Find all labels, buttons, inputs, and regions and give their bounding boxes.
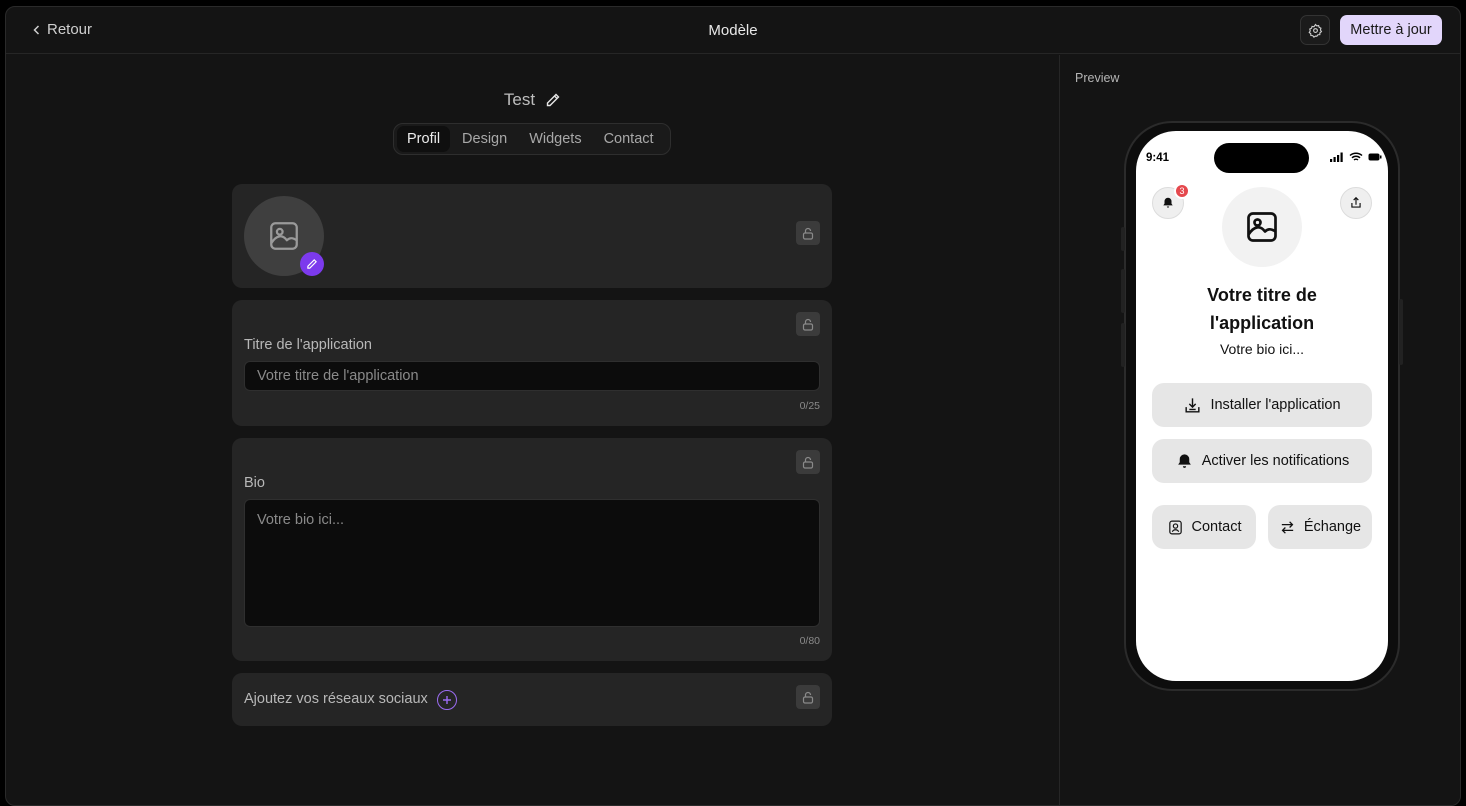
page-title: Modèle (708, 22, 758, 39)
app-icon (1222, 187, 1302, 267)
avatar-edit-button[interactable] (300, 252, 324, 276)
notifications-label: Activer les notifications (1201, 453, 1350, 469)
title-card: Titre de l'application Votre titre de l'… (232, 300, 832, 426)
bio-card: Bio Votre bio ici... 0/80 (232, 438, 832, 661)
settings-button[interactable] (1300, 15, 1330, 45)
lock-button[interactable] (796, 312, 820, 336)
contact-label: Contact (1191, 519, 1242, 535)
download-icon (1185, 397, 1200, 413)
tab-widgets[interactable]: Widgets (519, 126, 591, 152)
lock-open-icon (802, 691, 814, 704)
pencil-icon[interactable] (545, 92, 561, 108)
social-label: Ajoutez vos réseaux sociaux (244, 691, 428, 707)
app-window: Retour Modèle Mettre à jour Test Profil … (5, 6, 1461, 806)
dynamic-island (1214, 143, 1309, 173)
lock-open-icon (802, 227, 814, 240)
status-icons (1330, 152, 1382, 162)
top-bar: Retour Modèle Mettre à jour (6, 7, 1460, 54)
notification-badge: 3 (1174, 183, 1190, 199)
add-social-button[interactable] (437, 690, 457, 710)
plus-icon (443, 696, 451, 704)
phone-side-button (1399, 299, 1403, 365)
tab-design[interactable]: Design (452, 126, 517, 152)
bio-field-label: Bio (244, 475, 265, 491)
battery-icon (1368, 153, 1382, 161)
status-time: 9:41 (1146, 152, 1170, 164)
gear-icon (1308, 23, 1322, 38)
tab-bar: Profil Design Widgets Contact (393, 123, 671, 155)
share-icon (1351, 196, 1361, 208)
bio-counter: 0/80 (799, 635, 820, 647)
update-button[interactable]: Mettre à jour (1340, 15, 1442, 45)
preview-label: Preview (1075, 71, 1120, 85)
lock-button[interactable] (796, 450, 820, 474)
bell-icon (1163, 197, 1173, 208)
social-card: Ajoutez vos réseaux sociaux (232, 673, 832, 726)
lock-open-icon (802, 456, 814, 469)
avatar-card (232, 184, 832, 288)
exchange-button[interactable]: Échange (1268, 505, 1372, 549)
image-icon (1247, 212, 1277, 242)
preview-app-title: Votre titre de l'application (1207, 285, 1317, 333)
pencil-icon (307, 259, 317, 269)
tab-contact[interactable]: Contact (594, 126, 664, 152)
swap-arrows-icon (1281, 520, 1294, 534)
lock-button[interactable] (796, 221, 820, 245)
bell-icon (1177, 453, 1191, 468)
contact-button[interactable]: Contact (1152, 505, 1256, 549)
title-input[interactable]: Votre titre de l'application (244, 361, 820, 391)
bio-textarea[interactable]: Votre bio ici... (244, 499, 820, 627)
enable-notifications-button[interactable]: Activer les notifications (1152, 439, 1372, 483)
project-name: Test (6, 90, 1059, 110)
contact-card-icon (1168, 520, 1182, 534)
image-icon (270, 222, 298, 250)
lock-button[interactable] (796, 685, 820, 709)
install-app-button[interactable]: Installer l'application (1152, 383, 1372, 427)
tab-profil[interactable]: Profil (397, 126, 451, 152)
preview-pane: Preview 9:41 3 Votre titre de l'applicat… (1059, 55, 1460, 805)
share-button[interactable] (1340, 187, 1372, 219)
wifi-icon (1349, 152, 1363, 161)
lock-open-icon (802, 318, 814, 331)
title-field-label: Titre de l'application (244, 337, 372, 353)
editor-pane: Test Profil Design Widgets Contact Titre… (6, 55, 1059, 805)
title-counter: 0/25 (799, 400, 820, 412)
preview-bio: Votre bio ici... (1219, 341, 1305, 357)
phone-side-button (1121, 227, 1125, 251)
install-label: Installer l'application (1210, 397, 1341, 413)
phone-mockup: 9:41 3 Votre titre de l'application Votr… (1121, 121, 1403, 691)
project-name-text: Test (503, 90, 536, 109)
phone-side-button (1121, 269, 1125, 313)
phone-side-button (1121, 323, 1125, 367)
signal-icon (1330, 152, 1343, 162)
phone-screen: 9:41 3 Votre titre de l'application Votr… (1136, 131, 1388, 681)
exchange-label: Échange (1303, 519, 1362, 535)
